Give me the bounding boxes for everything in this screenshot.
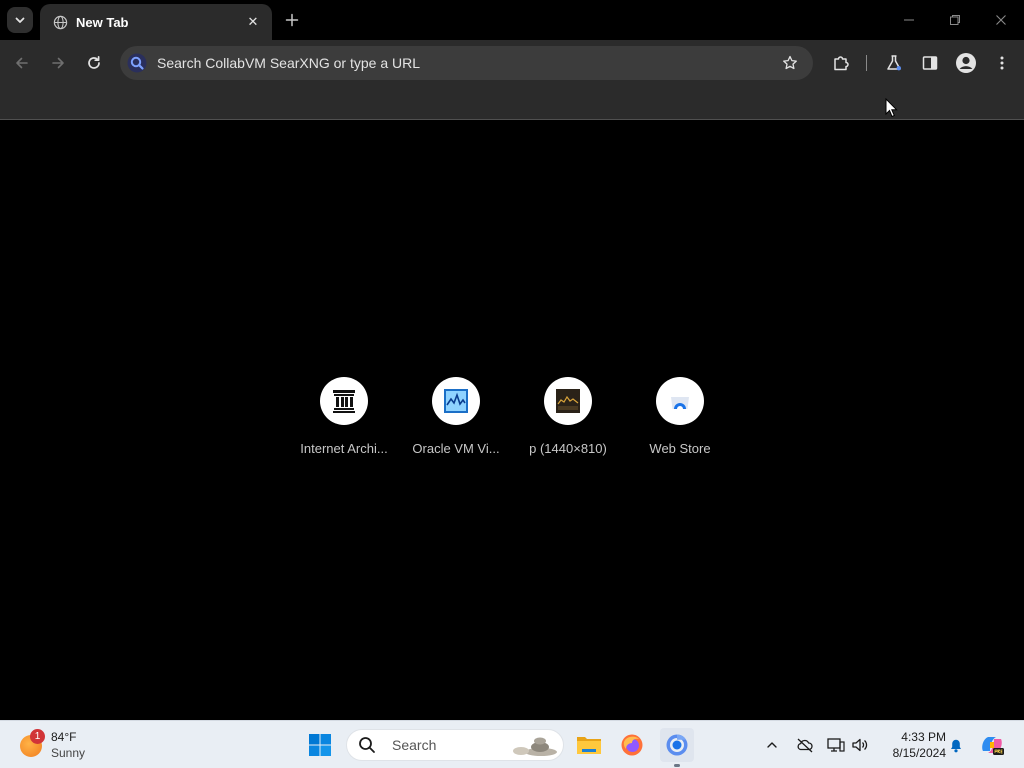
taskbar-search-label: Search (392, 737, 437, 753)
forward-button[interactable] (44, 49, 72, 77)
cloud-off-icon (797, 738, 813, 753)
new-tab-page: Internet Archi... Oracle VM Vi... p (144… (0, 121, 1024, 720)
taskbar-search[interactable]: Search (346, 729, 564, 761)
copilot-icon (982, 737, 1004, 755)
network-tray[interactable] (826, 735, 846, 755)
copilot-button[interactable] (975, 728, 1009, 762)
puzzle-piece-icon (834, 56, 849, 71)
bookmarks-bar (0, 86, 1024, 120)
taskbar: 1 84°F Sunny Search 4:33 PM 8/15/2024 (0, 720, 1024, 768)
folder-icon (577, 737, 601, 754)
search-icon (357, 735, 377, 755)
side-panel-button[interactable] (916, 49, 944, 77)
weather-widget[interactable]: 1 84°F Sunny (16, 727, 106, 763)
shortcut-icon-container[interactable] (656, 377, 704, 425)
toolbar-separator (866, 55, 867, 71)
network-icon (827, 738, 845, 752)
arrow-right-icon (52, 57, 64, 69)
virtualbox-icon (444, 389, 468, 413)
chevron-up-icon (767, 742, 777, 748)
shortcut-label: Web Store (649, 441, 711, 456)
shortcut-label: Internet Archi... (300, 441, 388, 456)
tab-search-button[interactable] (7, 7, 33, 33)
profile-avatar-icon (956, 53, 976, 73)
chevron-down-icon (15, 17, 25, 23)
shortcut-icon-container[interactable] (320, 377, 368, 425)
labs-button[interactable] (880, 49, 908, 77)
clock-time: 4:33 PM (901, 730, 946, 744)
address-bar-placeholder[interactable]: Search CollabVM SearXNG or type a URL (157, 55, 776, 71)
image-thumbnail-icon (556, 389, 580, 413)
close-tab-icon[interactable]: ✕ (244, 13, 262, 31)
browser-app-icon (666, 734, 688, 756)
reload-button[interactable] (80, 49, 108, 77)
mouse-cursor-icon (885, 98, 898, 118)
new-tab-button[interactable] (280, 8, 304, 32)
address-bar[interactable]: Search CollabVM SearXNG or type a URL (120, 46, 813, 80)
weather-temperature: 84°F (51, 730, 77, 744)
side-panel-icon (922, 56, 938, 70)
shortcut-web-store[interactable]: Web Store (624, 377, 736, 456)
volume-icon (852, 738, 868, 752)
shortcut-oracle-vm[interactable]: Oracle VM Vi... (400, 377, 512, 456)
clock-date: 8/15/2024 (892, 746, 946, 760)
tab-strip: New Tab ✕ (0, 0, 1024, 40)
shortcut-label: p (1440×810) (529, 441, 607, 456)
taskbar-firefox[interactable] (615, 728, 649, 762)
web-store-icon (671, 397, 689, 409)
firefox-icon (621, 734, 643, 756)
active-app-indicator (674, 764, 680, 767)
minimize-button[interactable] (894, 6, 924, 34)
back-button[interactable] (8, 49, 36, 77)
close-icon (996, 15, 1006, 25)
extensions-button[interactable] (827, 49, 855, 77)
bookmark-star-icon[interactable] (776, 49, 804, 77)
more-vertical-icon (1000, 56, 1004, 70)
browser-toolbar: Search CollabVM SearXNG or type a URL (0, 40, 1024, 86)
system-clock[interactable]: 4:33 PM 8/15/2024 (880, 729, 946, 761)
taskbar-chrome[interactable] (660, 728, 694, 762)
notification-badge: 1 (30, 729, 45, 744)
tab-title: New Tab (76, 14, 129, 30)
windows-logo-icon (309, 734, 331, 756)
search-highlight-icon (513, 737, 557, 756)
weather-condition: Sunny (51, 746, 86, 760)
menu-button[interactable] (988, 49, 1016, 77)
globe-icon (52, 14, 68, 30)
shortcut-icon-container[interactable] (432, 377, 480, 425)
restore-icon (950, 15, 960, 25)
profile-button[interactable] (952, 49, 980, 77)
start-button[interactable] (303, 728, 337, 762)
taskbar-file-explorer[interactable] (572, 728, 606, 762)
shortcut-label: Oracle VM Vi... (412, 441, 500, 456)
bell-icon (951, 739, 961, 753)
plus-icon (285, 13, 299, 27)
flask-icon (887, 55, 901, 71)
volume-tray[interactable] (850, 735, 870, 755)
notifications-button[interactable] (946, 735, 966, 755)
restore-button[interactable] (940, 6, 970, 34)
tab-new-tab[interactable]: New Tab ✕ (40, 4, 272, 40)
internet-archive-icon (333, 390, 355, 413)
reload-icon (88, 55, 100, 69)
tray-overflow-button[interactable] (762, 735, 782, 755)
search-engine-icon (126, 52, 148, 74)
onedrive-tray[interactable] (795, 735, 815, 755)
close-window-button[interactable] (986, 6, 1016, 34)
minimize-icon (904, 19, 914, 21)
arrow-left-icon (16, 57, 28, 69)
shortcut-icon-container[interactable] (544, 377, 592, 425)
shortcut-image[interactable]: p (1440×810) (512, 377, 624, 456)
shortcut-internet-archive[interactable]: Internet Archi... (288, 377, 400, 456)
